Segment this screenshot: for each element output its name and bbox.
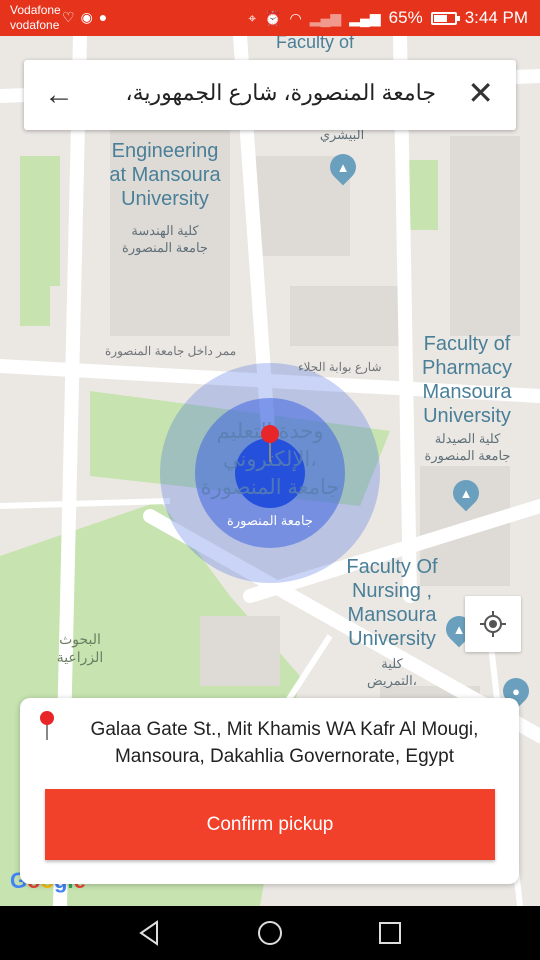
- school-icon: ▲: [336, 159, 350, 175]
- signal-icon: ▂▄▆: [349, 9, 381, 26]
- battery-fill: [433, 14, 447, 22]
- search-input[interactable]: جامعة المنصورة، شارع الجمهورية،: [108, 80, 436, 106]
- search-bar: ← جامعة المنصورة، شارع الجمهورية، ✕: [24, 60, 516, 130]
- nursing-arabic-label: كلية التمريض،: [367, 656, 417, 688]
- pickup-address: Galaa Gate St., Mit Khamis WA Kafr Al Mo…: [90, 719, 479, 767]
- messenger-icon: ◉: [80, 9, 93, 25]
- school-icon: ▲: [459, 485, 473, 501]
- chat-icon: ●: [98, 9, 108, 25]
- notification-icons: ♡ ◉ ●: [62, 9, 107, 26]
- battery-icon: [430, 11, 460, 25]
- nursing-label: Faculty Of Nursing , Mansoura University: [346, 556, 438, 650]
- location-pin-icon: [40, 711, 54, 740]
- faculty-top-label: Faculty of: [275, 36, 355, 52]
- engineering-arabic-label: كلية الهندسة جامعة المنصورة: [122, 223, 208, 255]
- location-icon: ⌖: [248, 9, 257, 26]
- dropped-pin-icon: [261, 425, 279, 462]
- pharmacy-arabic-label: كلية الصيدلة جامعة المنصورة: [424, 431, 511, 463]
- navigation-bar: [0, 906, 540, 960]
- back-nav-icon[interactable]: [135, 918, 165, 948]
- status-bar: Vodafone vodafone ♡ ◉ ● ⌖ ⏰ ◠ ▂▄▆ ▂▄▆ 65…: [0, 0, 540, 36]
- arrow-left-icon[interactable]: ←: [44, 78, 74, 112]
- my-location-button[interactable]: [465, 596, 521, 652]
- center-small-label: جامعة المنصورة: [227, 513, 313, 528]
- heart-rate-icon: ♡: [62, 9, 75, 25]
- close-icon[interactable]: ✕: [467, 76, 494, 110]
- system-status: ⌖ ⏰ ◠ ▂▄▆ ▂▄▆ 65% 3:44 PM: [248, 8, 528, 28]
- recents-nav-icon[interactable]: [375, 918, 405, 948]
- clock: 3:44 PM: [464, 8, 528, 27]
- battery-percent: 65%: [388, 8, 423, 27]
- pharmacy-label: Faculty of Pharmacy Mansoura University: [421, 333, 513, 427]
- carrier-primary: Vodafone: [10, 3, 61, 17]
- school-marker-top[interactable]: ▲: [324, 148, 362, 186]
- home-nav-icon[interactable]: [255, 918, 285, 948]
- wifi-icon: ◠: [289, 9, 302, 26]
- carrier-info: Vodafone vodafone: [10, 3, 61, 33]
- alarm-icon: ⏰: [264, 9, 282, 26]
- signal-weak-icon: ▂▄▆: [309, 9, 342, 26]
- confirm-pickup-button[interactable]: Confirm pickup: [45, 789, 495, 860]
- road-gate-label: شارع بوابة الجلاء: [298, 360, 382, 374]
- road-inner-label: ممر داخل جامعة المنصورة: [105, 344, 237, 358]
- my-location-icon: [480, 611, 506, 637]
- carrier-secondary: vodafone: [10, 18, 60, 32]
- school-marker-pharmacy[interactable]: ▲: [447, 474, 485, 512]
- research-label: البحوث الزراعية: [56, 631, 104, 665]
- engineering-label: Engineering at Mansoura University: [109, 140, 221, 210]
- pickup-card: Galaa Gate St., Mit Khamis WA Kafr Al Mo…: [20, 698, 519, 884]
